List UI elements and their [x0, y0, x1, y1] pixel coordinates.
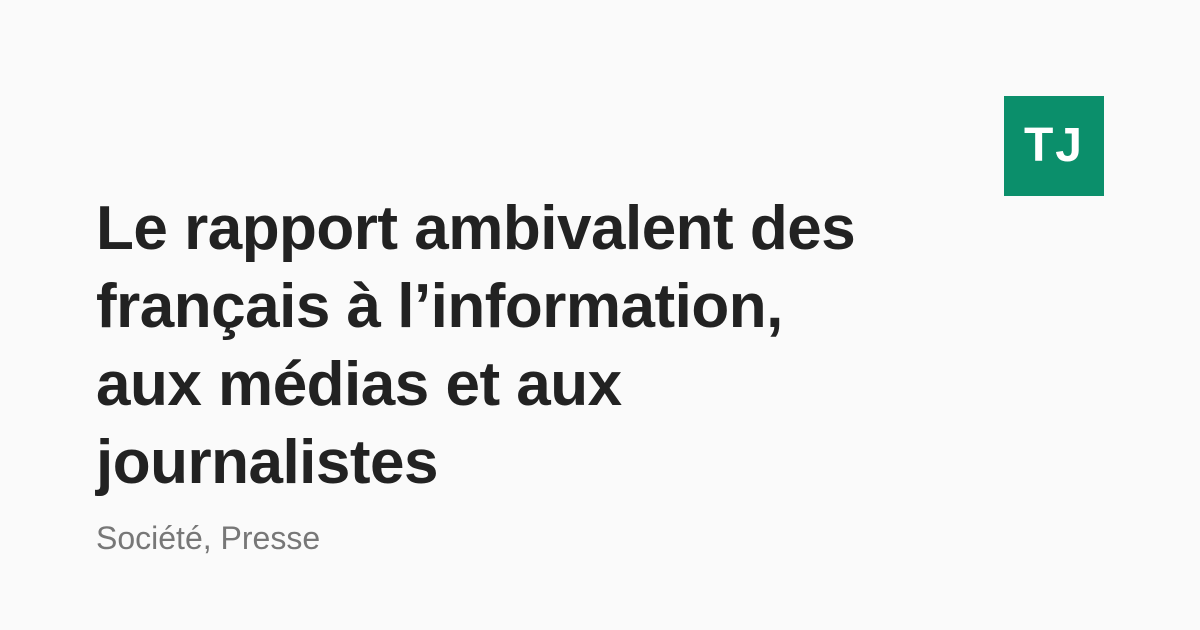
article-title-line: journalistes	[96, 428, 439, 497]
article-title-line: aux médias et aux	[96, 350, 622, 419]
article-title-line: français à l’information,	[96, 272, 783, 341]
site-logo: TJ	[1004, 96, 1104, 196]
article-title-line: Le rapport ambivalent des	[96, 194, 856, 263]
article-title: Le rapport ambivalent des français à l’i…	[96, 190, 956, 502]
site-logo-text: TJ	[1023, 119, 1084, 172]
article-tags: Société, Presse	[96, 520, 321, 556]
share-card: TJ Le rapport ambivalent des français à …	[0, 0, 1200, 630]
